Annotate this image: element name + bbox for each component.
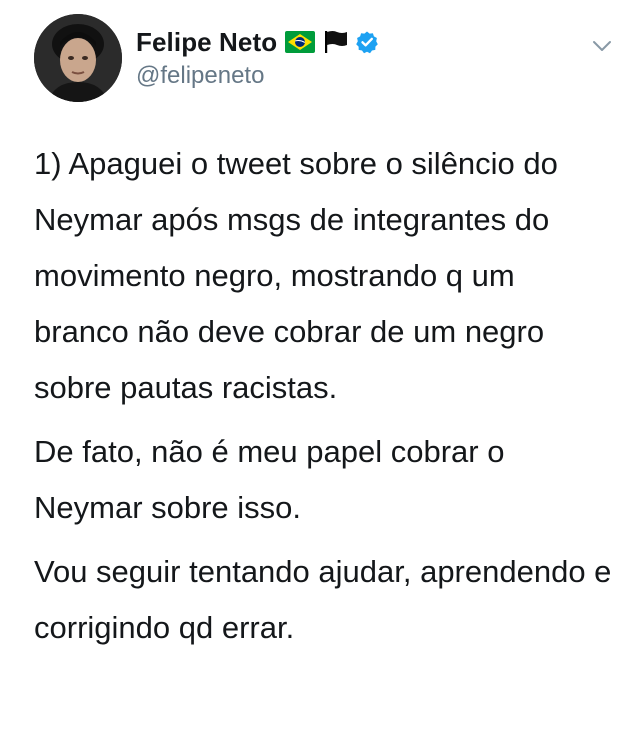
tweet-paragraph-3: Vou seguir tentando ajudar, aprendendo e…: [34, 554, 612, 645]
avatar[interactable]: [34, 14, 122, 102]
user-info: Felipe Neto @felipeneto: [136, 26, 379, 90]
avatar-image: [34, 14, 122, 102]
brazil-flag-icon: [285, 31, 316, 53]
tweet-header: Felipe Neto @felipeneto: [34, 14, 614, 104]
user-handle[interactable]: @felipeneto: [136, 62, 379, 90]
tweet-paragraph-2: De fato, não é meu papel cobrar o Neymar…: [34, 434, 505, 525]
verified-badge-icon: [355, 30, 379, 54]
display-name[interactable]: Felipe Neto: [136, 27, 277, 58]
chevron-down-icon[interactable]: [590, 34, 614, 58]
tweet-card: Felipe Neto @felipeneto 1) Apaguei o twe…: [0, 0, 640, 729]
tweet-text: 1) Apaguei o tweet sobre o silêncio do N…: [34, 136, 614, 664]
name-row: Felipe Neto: [136, 26, 379, 58]
tweet-paragraph-1: 1) Apaguei o tweet sobre o silêncio do N…: [34, 146, 558, 405]
black-flag-icon: [323, 30, 349, 54]
